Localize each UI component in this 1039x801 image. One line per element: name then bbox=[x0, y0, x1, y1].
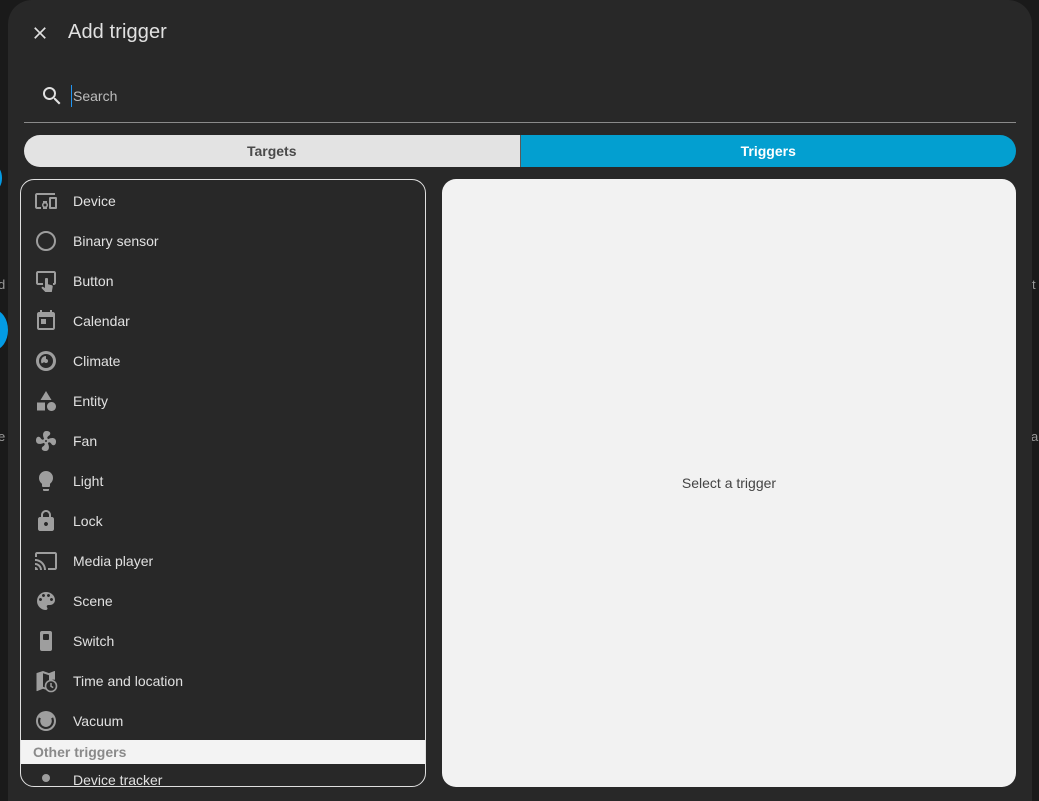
list-item-label: Scene bbox=[73, 593, 113, 609]
background-badge bbox=[0, 310, 8, 350]
list-item-device-tracker[interactable]: Device tracker bbox=[21, 764, 425, 787]
circle-outline-icon bbox=[34, 229, 58, 253]
thermostat-icon bbox=[34, 349, 58, 373]
button-pointer-icon bbox=[34, 269, 58, 293]
list-item-label: Climate bbox=[73, 353, 121, 369]
fan-icon bbox=[34, 429, 58, 453]
section-header-other-triggers: Other triggers bbox=[21, 740, 425, 764]
list-item-time-and-location[interactable]: Time and location bbox=[21, 661, 425, 701]
list-item-label: Device bbox=[73, 193, 116, 209]
list-item-label: Button bbox=[73, 273, 114, 289]
list-item-light[interactable]: Light bbox=[21, 461, 425, 501]
trigger-detail-panel: Select a trigger bbox=[442, 179, 1016, 787]
list-item-label: Light bbox=[73, 473, 104, 489]
list-item-scene[interactable]: Scene bbox=[21, 581, 425, 621]
search-icon bbox=[40, 84, 64, 108]
device-icon bbox=[34, 189, 58, 213]
list-item-climate[interactable]: Climate bbox=[21, 341, 425, 381]
background-badge bbox=[0, 166, 2, 190]
list-item-fan[interactable]: Fan bbox=[21, 421, 425, 461]
list-item-vacuum[interactable]: Vacuum bbox=[21, 701, 425, 741]
trigger-list: Device Binary sensor Button Calendar Cli bbox=[20, 179, 426, 787]
list-item-label: Fan bbox=[73, 433, 98, 449]
list-item-label: Vacuum bbox=[73, 713, 124, 729]
lightbulb-icon bbox=[34, 469, 58, 493]
list-item-label: Switch bbox=[73, 633, 115, 649]
add-trigger-dialog: Add trigger Targets Triggers Device Bina… bbox=[8, 0, 1032, 801]
close-button[interactable] bbox=[24, 17, 56, 49]
tab-bar: Targets Triggers bbox=[24, 135, 1016, 167]
search-input[interactable] bbox=[71, 85, 971, 107]
background-text: e bbox=[0, 429, 6, 444]
dialog-header: Add trigger bbox=[8, 0, 1032, 66]
list-item-device[interactable]: Device bbox=[21, 181, 425, 221]
list-item-label: Time and location bbox=[73, 673, 183, 689]
list-item-label: Lock bbox=[73, 513, 103, 529]
list-item-label: Calendar bbox=[73, 313, 130, 329]
switch-icon bbox=[34, 629, 58, 653]
list-item-button[interactable]: Button bbox=[21, 261, 425, 301]
robot-vacuum-icon bbox=[34, 709, 58, 733]
dialog-title: Add trigger bbox=[68, 21, 167, 43]
tab-targets[interactable]: Targets bbox=[24, 135, 521, 167]
background-text: d bbox=[0, 277, 6, 292]
list-item-lock[interactable]: Lock bbox=[21, 501, 425, 541]
map-clock-icon bbox=[34, 669, 58, 693]
list-item-calendar[interactable]: Calendar bbox=[21, 301, 425, 341]
tab-triggers[interactable]: Triggers bbox=[520, 135, 1016, 167]
shapes-icon bbox=[34, 389, 58, 413]
lock-icon bbox=[34, 509, 58, 533]
list-item-switch[interactable]: Switch bbox=[21, 621, 425, 661]
list-item-label: Binary sensor bbox=[73, 233, 159, 249]
empty-state-text: Select a trigger bbox=[681, 475, 777, 491]
list-item-entity[interactable]: Entity bbox=[21, 381, 425, 421]
list-item-label: Media player bbox=[73, 553, 154, 569]
cast-icon bbox=[34, 549, 58, 573]
list-item-label: Device tracker bbox=[73, 772, 163, 787]
close-icon bbox=[34, 27, 46, 39]
list-item-label: Entity bbox=[73, 393, 109, 409]
list-item-binary-sensor[interactable]: Binary sensor bbox=[21, 221, 425, 261]
background-text: a bbox=[1031, 429, 1039, 444]
device-tracker-icon bbox=[34, 772, 58, 786]
list-item-media-player[interactable]: Media player bbox=[21, 541, 425, 581]
palette-icon bbox=[34, 589, 58, 613]
search-field[interactable] bbox=[24, 74, 1016, 123]
background-text: t bbox=[1032, 277, 1036, 292]
calendar-icon bbox=[34, 309, 58, 333]
